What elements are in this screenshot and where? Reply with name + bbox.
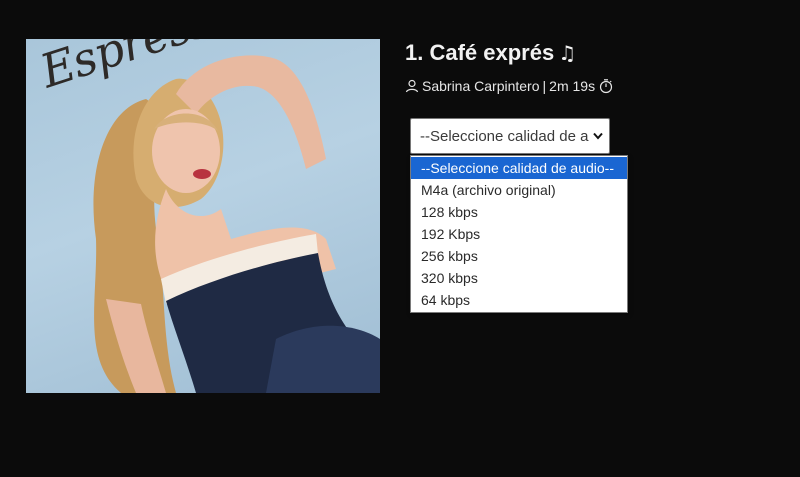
track-title-text: 1. Café exprés — [405, 40, 555, 65]
audio-quality-current: --Seleccione calidad de a — [420, 127, 589, 145]
audio-quality-options: --Seleccione calidad de audio-- M4a (arc… — [410, 155, 628, 313]
chevron-down-icon — [593, 132, 603, 140]
quality-option-256[interactable]: 256 kbps — [411, 245, 627, 267]
track-meta: Sabrina Carpintero | 2m 19s — [405, 78, 614, 94]
music-note-icon: ♫ — [558, 41, 577, 65]
audio-quality-select[interactable]: --Seleccione calidad de a — [410, 118, 610, 154]
page: Espresso 1. Café exprés ♫ Sabrina Carpin… — [0, 0, 800, 477]
artist-name: Sabrina Carpintero — [422, 78, 540, 94]
track-title: 1. Café exprés ♫ — [405, 40, 576, 66]
quality-option-m4a[interactable]: M4a (archivo original) — [411, 179, 627, 201]
album-cover-art — [93, 55, 380, 393]
album-cover: Espresso — [26, 39, 380, 393]
meta-separator: | — [542, 78, 547, 94]
track-duration: 2m 19s — [549, 78, 596, 94]
quality-option-64[interactable]: 64 kbps — [411, 289, 627, 311]
stopwatch-icon — [599, 79, 613, 94]
quality-option-placeholder[interactable]: --Seleccione calidad de audio-- — [411, 157, 627, 179]
quality-option-320[interactable]: 320 kbps — [411, 267, 627, 289]
user-icon — [405, 79, 419, 93]
quality-option-192[interactable]: 192 Kbps — [411, 223, 627, 245]
quality-option-128[interactable]: 128 kbps — [411, 201, 627, 223]
